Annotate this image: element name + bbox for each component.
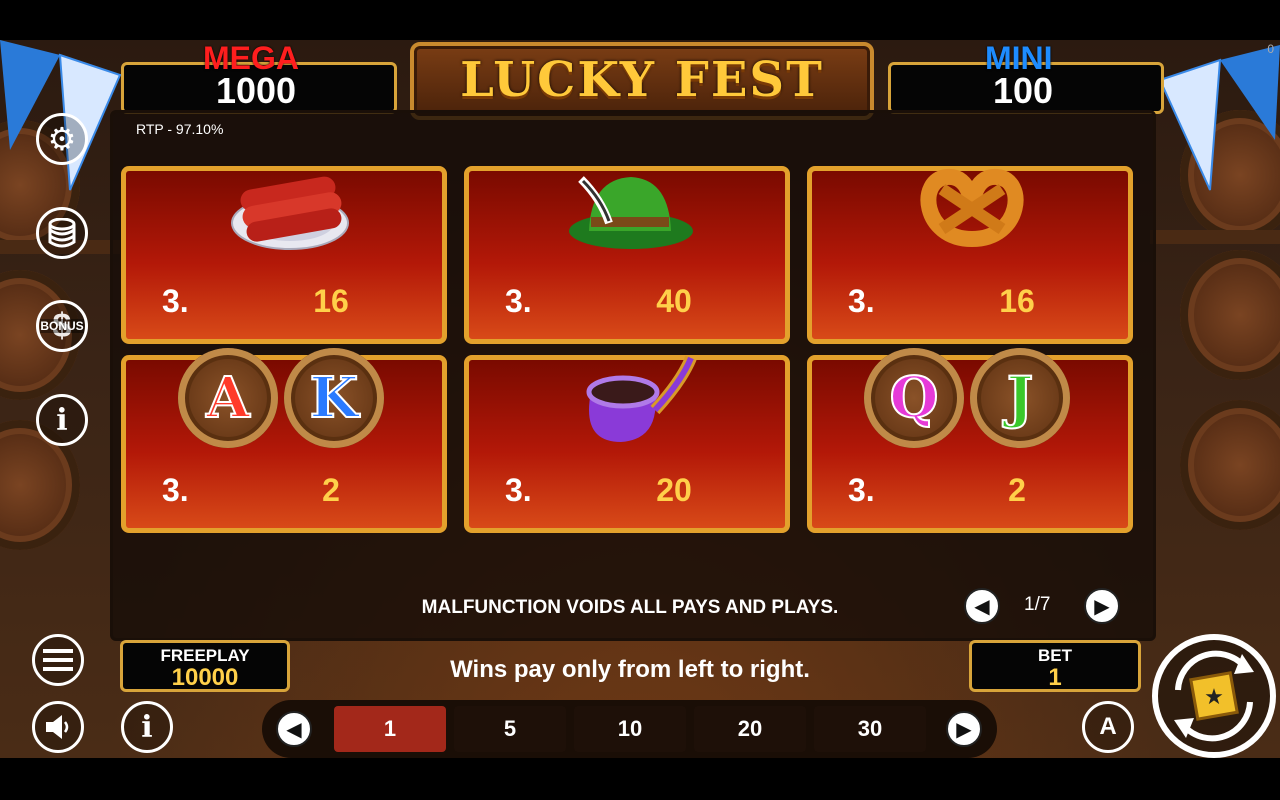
svg-text:★: ★ (1204, 685, 1224, 710)
symbol-payout: 2 (322, 472, 340, 508)
pipe-icon (586, 355, 697, 442)
corner-counter: 0 (1267, 42, 1274, 56)
help-button[interactable]: i (121, 701, 173, 753)
bet-option[interactable]: 10 (574, 706, 686, 752)
symbol-payout: 20 (656, 472, 692, 508)
chevron-right-icon: ▶ (956, 718, 972, 741)
coin-letter-k: K (284, 348, 384, 448)
pretzel-icon (920, 169, 1024, 248)
green-hat-icon (569, 176, 693, 249)
bet-label: BET (1038, 646, 1072, 665)
paytable-card-a-k: A K 3. 2 (121, 348, 447, 533)
symbol-payout: 2 (1008, 472, 1026, 508)
settings-button[interactable]: ⚙ (36, 113, 88, 165)
info-icon: i (141, 709, 153, 745)
spin-button[interactable]: ★ (1152, 634, 1276, 758)
bet-option[interactable]: 1 (334, 706, 446, 752)
sound-button[interactable] (32, 701, 84, 753)
info-icon: i (56, 402, 68, 438)
bet-increase-button[interactable]: ▶ (946, 711, 982, 747)
chevron-left-icon: ◀ (286, 718, 302, 741)
bet-box: BET 1 (969, 640, 1141, 692)
bet-option[interactable]: 5 (454, 706, 566, 752)
coins-button[interactable] (36, 207, 88, 259)
background-barrel (1180, 400, 1280, 530)
symbol-count: 3. (505, 472, 532, 508)
bunting-flags-right (1158, 45, 1280, 191)
bet-value: 1 (1048, 664, 1062, 691)
bet-option[interactable]: 30 (814, 706, 926, 752)
page-indicator: 1/7 (1024, 594, 1051, 615)
bonus-button[interactable]: $ BONUS (36, 300, 88, 352)
symbol-count: 3. (162, 283, 189, 319)
coin-letter-q: Q (864, 348, 964, 448)
paytable-card-hat: 3. 40 (464, 166, 790, 344)
autoplay-icon: A (1099, 713, 1117, 740)
prev-page-button[interactable]: ◀ (964, 588, 1000, 624)
paytable-card-pipe: 3. 20 (464, 355, 790, 533)
bonus-label: BONUS (40, 319, 84, 333)
gear-icon: ⚙ (47, 121, 77, 157)
chevron-right-icon: ▶ (1094, 595, 1110, 618)
coin-letter-a: A (178, 348, 278, 448)
background-barrel (1180, 250, 1280, 380)
autoplay-button[interactable]: A (1082, 701, 1134, 753)
spin-icon: ★ (1174, 650, 1254, 742)
game-logo: LUCKY FEST (410, 42, 874, 120)
bet-option[interactable]: 20 (694, 706, 806, 752)
sausages-icon (231, 176, 349, 250)
next-page-button[interactable]: ▶ (1084, 588, 1120, 624)
rtp-text: RTP - 97.10% (136, 121, 224, 137)
paytable-card-sausages: 3. 16 (121, 166, 447, 344)
paytable-card-q-j: Q J 3. 2 (807, 348, 1133, 533)
symbol-count: 3. (848, 472, 875, 508)
info-button[interactable]: i (36, 394, 88, 446)
symbol-payout: 16 (313, 283, 349, 319)
sound-icon (46, 715, 69, 739)
shelf (1150, 230, 1280, 244)
symbol-count: 3. (505, 283, 532, 319)
mini-value: 100 (992, 70, 1054, 111)
malfunction-notice: MALFUNCTION VOIDS ALL PAYS AND PLAYS. (421, 597, 839, 618)
symbol-payout: 40 (656, 283, 692, 319)
symbol-count: 3. (848, 283, 875, 319)
paytable-card-pretzel: 3. 16 (807, 166, 1133, 344)
coin-letter-j: J (970, 348, 1070, 448)
bet-decrease-button[interactable]: ◀ (276, 711, 312, 747)
chevron-left-icon: ◀ (974, 595, 990, 618)
symbol-payout: 16 (999, 283, 1035, 319)
logo-text: LUCKY FEST (460, 52, 824, 108)
mega-value: 1000 (215, 70, 297, 111)
symbol-count: 3. (162, 472, 189, 508)
coins-stack-icon (48, 218, 76, 248)
